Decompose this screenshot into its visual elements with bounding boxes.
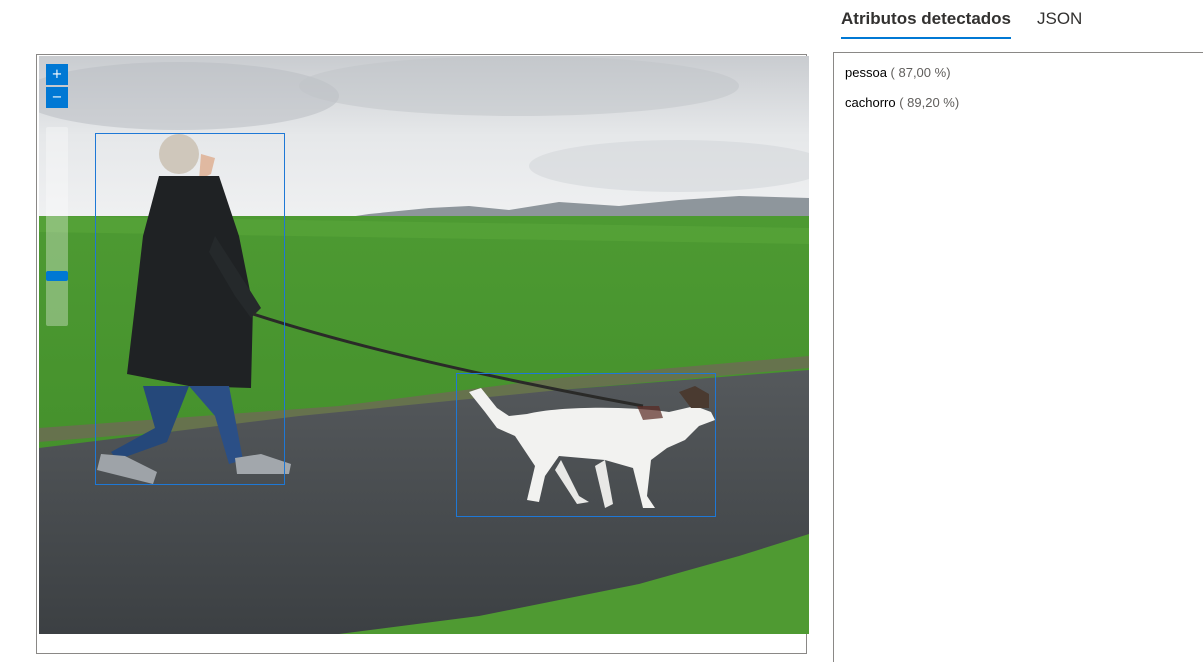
zoom-out-button[interactable]: − [46, 87, 68, 108]
detection-name: pessoa [845, 65, 887, 80]
bounding-box-person [95, 133, 285, 485]
active-tab-indicator [841, 37, 1011, 39]
analyzed-image [39, 56, 809, 634]
tab-detected-attributes[interactable]: Atributos detectados [841, 8, 1011, 30]
detection-item: cachorro ( 89,20 %) [845, 94, 959, 112]
zoom-slider-thumb[interactable] [46, 270, 68, 281]
bounding-box-dog [456, 373, 716, 517]
detection-confidence: ( 89,20 %) [899, 95, 960, 110]
tab-json[interactable]: JSON [1037, 8, 1082, 30]
image-viewer: + − [36, 54, 809, 654]
zoom-in-button[interactable]: + [46, 64, 68, 85]
zoom-slider[interactable] [46, 127, 68, 326]
detection-confidence: ( 87,00 %) [890, 65, 951, 80]
detection-item: pessoa ( 87,00 %) [845, 64, 951, 82]
detection-name: cachorro [845, 95, 896, 110]
detection-results-panel: pessoa ( 87,00 %) cachorro ( 89,20 %) [833, 52, 1203, 662]
